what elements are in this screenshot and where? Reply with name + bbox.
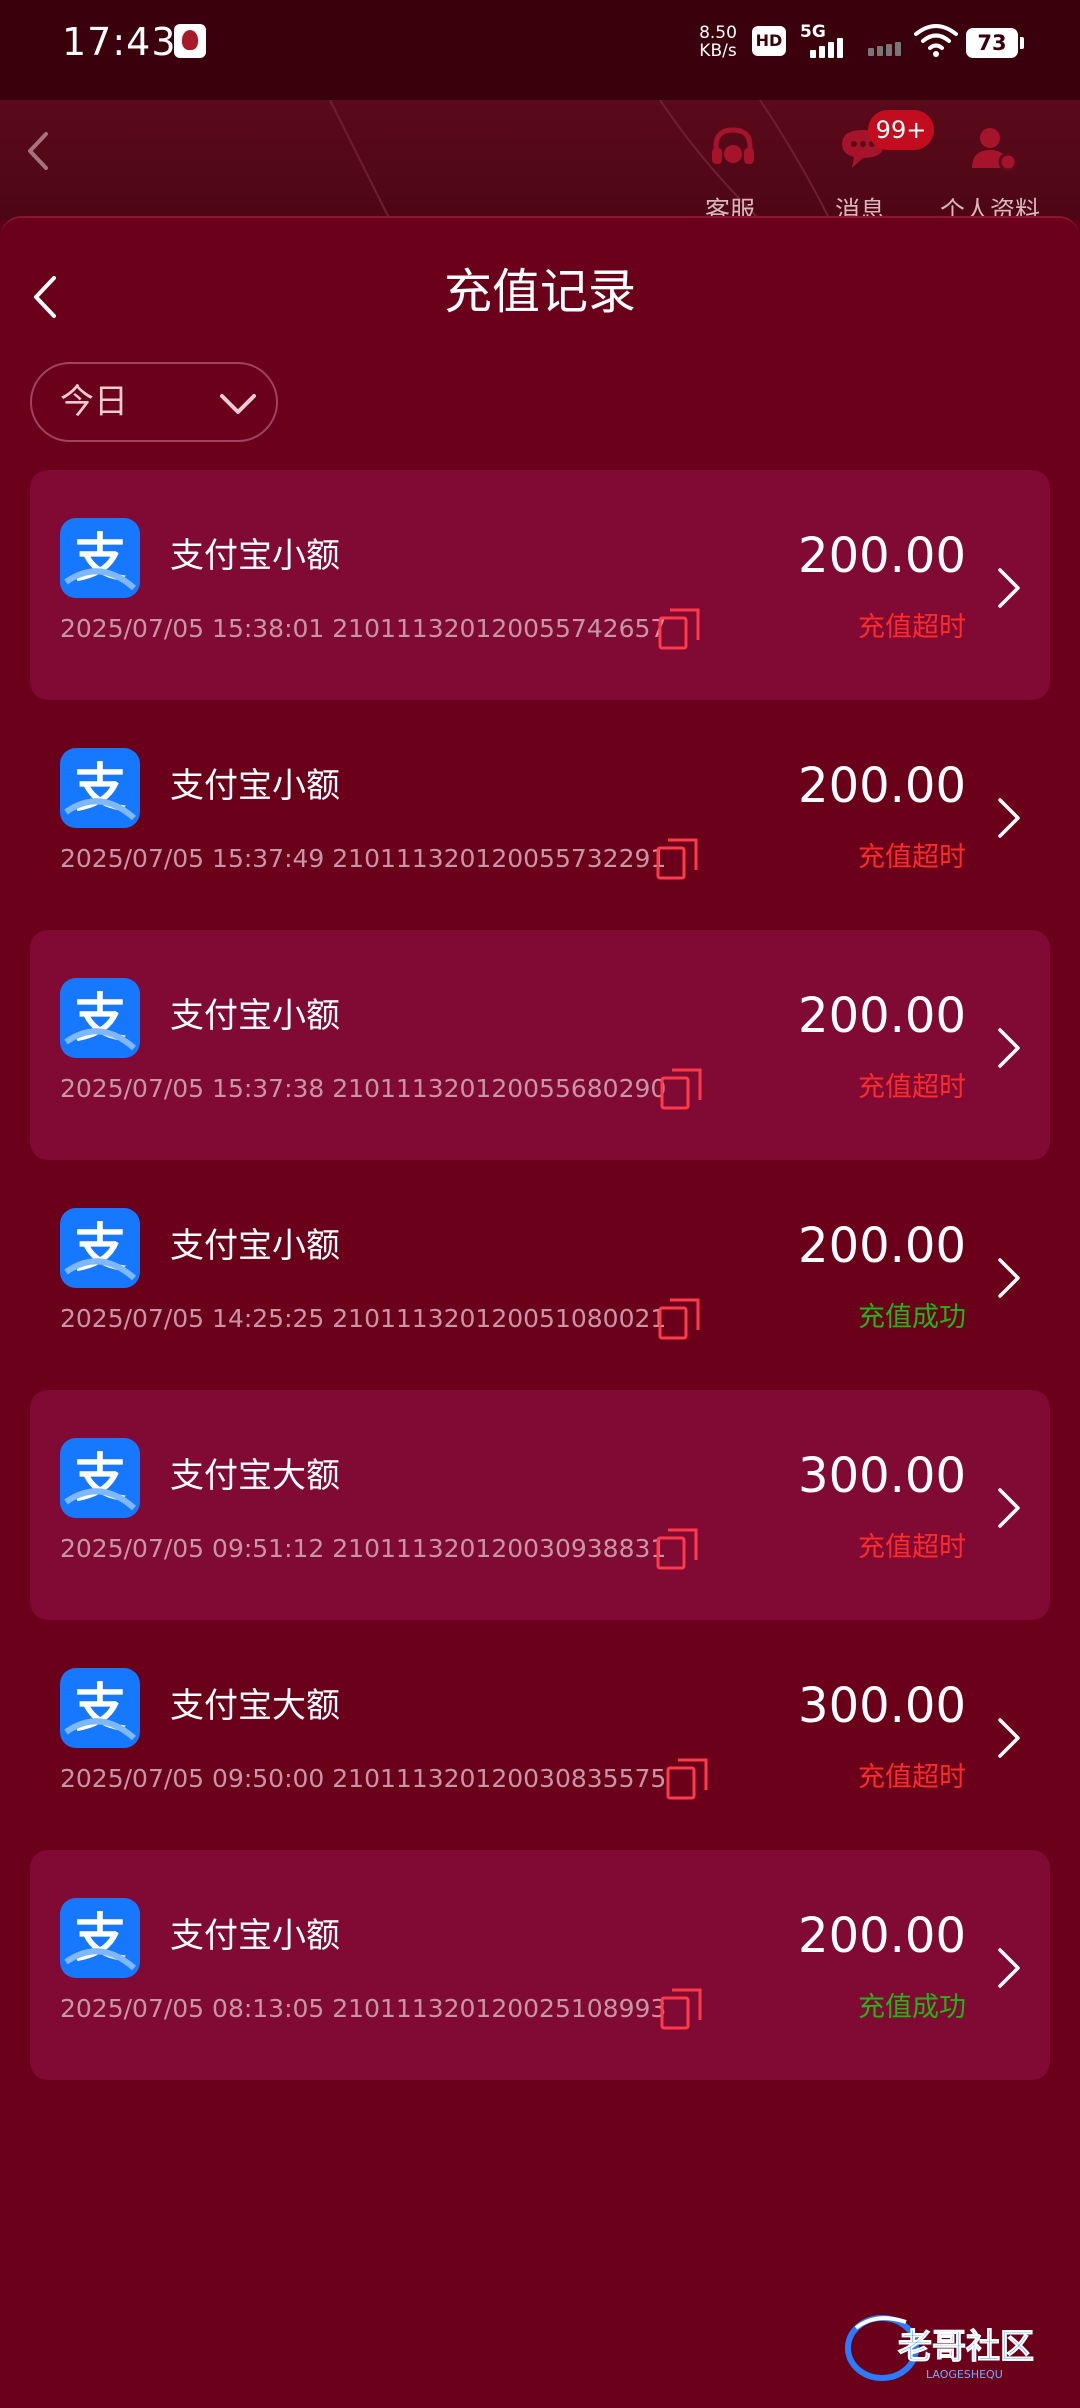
notification-app-icon — [174, 24, 206, 58]
record-status: 充值超时 — [858, 842, 966, 873]
record-datetime: 2025/07/05 08:13:05 — [60, 1994, 325, 2023]
header-back-icon[interactable] — [18, 126, 58, 176]
chevron-right-icon — [998, 1258, 1020, 1298]
order-id: 210111320120055680290 — [332, 1074, 667, 1103]
payment-method: 支付宝小额 — [170, 1916, 340, 1956]
chevron-right-icon — [998, 1028, 1020, 1068]
copy-icon[interactable] — [660, 1068, 702, 1110]
payment-method: 支付宝小额 — [170, 766, 340, 806]
record-item[interactable]: 支 支付宝小额 2025/07/05 15:38:01 210111320120… — [30, 470, 1050, 700]
alipay-icon: 支 — [60, 978, 140, 1058]
record-amount: 200.00 — [798, 1218, 966, 1274]
copy-icon[interactable] — [660, 1988, 702, 2030]
record-meta: 2025/07/05 15:38:01 21011132012005574265… — [60, 612, 666, 646]
network-speed-value: 8.50 — [699, 23, 737, 43]
record-status: 充值超时 — [858, 612, 966, 643]
order-id: 210111320120055742657 — [332, 614, 667, 643]
record-item[interactable]: 支 支付宝小额 2025/07/05 15:37:49 210111320120… — [30, 700, 1050, 930]
order-id: 210111320120051080021 — [332, 1304, 667, 1333]
copy-icon[interactable] — [656, 838, 698, 880]
alipay-icon: 支 — [60, 1208, 140, 1288]
copy-icon[interactable] — [658, 608, 700, 650]
record-status: 充值成功 — [858, 1302, 966, 1333]
alipay-icon: 支 — [60, 1438, 140, 1518]
record-meta: 2025/07/05 14:25:25 21011132012005108002… — [60, 1302, 666, 1336]
status-time: 17:43 — [62, 20, 177, 64]
record-status: 充值超时 — [858, 1072, 966, 1103]
network-speed-unit: KB/s — [699, 41, 737, 61]
record-meta: 2025/07/05 09:51:12 21011132012003093883… — [60, 1532, 666, 1566]
battery-icon: 73 — [966, 28, 1024, 58]
record-datetime: 2025/07/05 09:50:00 — [60, 1764, 325, 1793]
payment-method: 支付宝大额 — [170, 1456, 340, 1496]
date-filter-value: 今日 — [60, 382, 128, 422]
copy-icon[interactable] — [666, 1758, 708, 1800]
record-meta: 2025/07/05 09:50:00 21011132012003083557… — [60, 1762, 666, 1796]
payment-method: 支付宝大额 — [170, 1686, 340, 1726]
record-meta: 2025/07/05 15:37:49 21011132012005573229… — [60, 842, 666, 876]
network-speed: 8.50 KB/s — [690, 24, 746, 60]
record-item[interactable]: 支 支付宝小额 2025/07/05 15:37:38 210111320120… — [30, 930, 1050, 1160]
record-amount: 300.00 — [798, 1678, 966, 1734]
record-status: 充值超时 — [858, 1762, 966, 1793]
alipay-icon: 支 — [60, 748, 140, 828]
record-datetime: 2025/07/05 15:37:38 — [60, 1074, 325, 1103]
chevron-down-icon — [220, 394, 256, 414]
profile-icon — [972, 128, 1018, 172]
record-status: 充值超时 — [858, 1532, 966, 1563]
profile-button[interactable]: 个人资料 — [930, 118, 1050, 220]
customer-service-button[interactable]: 客服 — [670, 118, 790, 220]
payment-method: 支付宝小额 — [170, 996, 340, 1036]
order-id: 210111320120055732291 — [332, 844, 667, 873]
order-id: 210111320120030938831 — [332, 1534, 667, 1563]
record-item[interactable]: 支 支付宝小额 2025/07/05 14:25:25 210111320120… — [30, 1160, 1050, 1390]
chevron-right-icon — [998, 798, 1020, 838]
record-datetime: 2025/07/05 15:38:01 — [60, 614, 325, 643]
record-datetime: 2025/07/05 15:37:49 — [60, 844, 325, 873]
copy-icon[interactable] — [656, 1528, 698, 1570]
record-item[interactable]: 支 支付宝大额 2025/07/05 09:51:12 210111320120… — [30, 1390, 1050, 1620]
headset-icon — [712, 127, 754, 164]
record-datetime: 2025/07/05 09:51:12 — [60, 1534, 325, 1563]
date-filter-dropdown[interactable]: 今日 — [30, 362, 278, 442]
copy-icon[interactable] — [658, 1298, 700, 1340]
alipay-icon: 支 — [60, 1898, 140, 1978]
record-status: 充值成功 — [858, 1992, 966, 2023]
chevron-right-icon — [998, 1718, 1020, 1758]
record-amount: 200.00 — [798, 1908, 966, 1964]
record-meta: 2025/07/05 15:37:38 21011132012005568029… — [60, 1072, 666, 1106]
payment-method: 支付宝小额 — [170, 536, 340, 576]
record-amount: 300.00 — [798, 1448, 966, 1504]
wifi-icon — [914, 24, 958, 57]
record-amount: 200.00 — [798, 758, 966, 814]
record-item[interactable]: 支 支付宝大额 2025/07/05 09:50:00 210111320120… — [30, 1620, 1050, 1850]
recharge-records-sheet: 充值记录 今日 支 支付宝小额 2025/07/05 15:38:01 2101… — [0, 216, 1080, 2408]
record-item[interactable]: 支 支付宝小额 2025/07/05 08:13:05 210111320120… — [30, 1850, 1050, 2080]
alipay-icon: 支 — [60, 1668, 140, 1748]
order-id: 210111320120030835575 — [332, 1764, 667, 1793]
record-meta: 2025/07/05 08:13:05 21011132012002510899… — [60, 1992, 666, 2026]
record-amount: 200.00 — [798, 528, 966, 584]
watermark-subtext: LAOGESHEQU — [926, 2368, 1003, 2381]
signal-5g-icon: 5G — [800, 22, 850, 62]
watermark-logo: 老哥社区 LAOGESHEQU — [845, 2315, 1035, 2381]
order-id: 210111320120025108993 — [332, 1994, 667, 2023]
chevron-right-icon — [998, 1488, 1020, 1528]
messages-badge: 99+ — [868, 110, 934, 150]
chevron-right-icon — [998, 1948, 1020, 1988]
watermark-text: 老哥社区 — [898, 2327, 1034, 2367]
chevron-right-icon — [998, 568, 1020, 608]
alipay-icon: 支 — [60, 518, 140, 598]
record-amount: 200.00 — [798, 988, 966, 1044]
page-title: 充值记录 — [443, 264, 636, 320]
status-bar: 17:43 8.50 KB/s HD 5G 73 — [0, 0, 1080, 100]
payment-method: 支付宝小额 — [170, 1226, 340, 1266]
record-datetime: 2025/07/05 14:25:25 — [60, 1304, 325, 1333]
hd-badge: HD — [752, 26, 786, 56]
network-type-label: 5G — [800, 22, 826, 42]
